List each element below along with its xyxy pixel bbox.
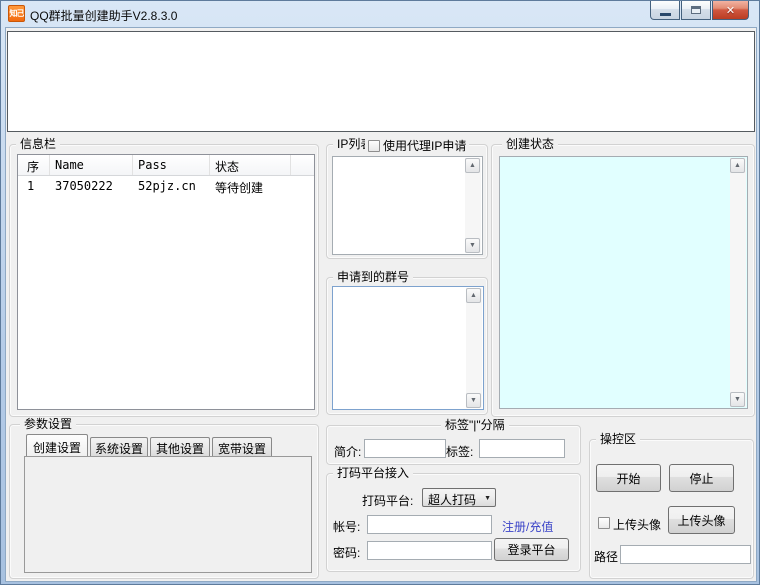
maximize-button[interactable] bbox=[681, 1, 711, 20]
register-recharge-link[interactable]: 注册/充值 bbox=[502, 518, 553, 535]
applied-groups-scrollbar[interactable]: ▲ ▼ bbox=[466, 288, 482, 408]
scroll-up-icon[interactable]: ▲ bbox=[730, 158, 745, 173]
captcha-panel-title: 打码平台接入 bbox=[333, 466, 413, 480]
maximize-icon bbox=[691, 6, 701, 14]
intro-input[interactable] bbox=[364, 439, 446, 458]
upload-avatar-checkbox[interactable] bbox=[598, 517, 610, 529]
ip-list-panel: IP列表 使用代理IP申请 ▲ ▼ bbox=[326, 144, 488, 259]
minimize-icon bbox=[660, 13, 671, 16]
tab-system-settings[interactable]: 系统设置 bbox=[90, 437, 148, 456]
upload-avatar-button[interactable]: 上传头像 bbox=[668, 506, 735, 534]
account-input[interactable] bbox=[367, 515, 492, 534]
params-panel: 参数设置 创建设置 系统设置 其他设置 宽带设置 群名加地名 随机群名称 名称 … bbox=[9, 424, 319, 579]
upload-avatar-checkbox-label: 上传头像 bbox=[613, 516, 661, 533]
captcha-platform-value: 超人打码 bbox=[428, 493, 476, 507]
create-status-listbox[interactable]: ▲ ▼ bbox=[499, 156, 748, 409]
path-label: 路径 bbox=[594, 548, 618, 565]
ip-listbox-scrollbar[interactable]: ▲ ▼ bbox=[465, 158, 481, 253]
params-panel-title: 参数设置 bbox=[20, 417, 76, 431]
info-panel-title: 信息栏 bbox=[16, 137, 60, 151]
minimize-button[interactable] bbox=[650, 1, 680, 20]
table-row[interactable]: 1 37050222 52pjz.cn 等待创建 bbox=[18, 176, 314, 196]
tag-panel-title: 标签"|"分隔 bbox=[441, 418, 509, 432]
info-panel: 信息栏 序 Name Pass 状态 1 37050222 52pjz.cn 等… bbox=[9, 144, 319, 417]
scroll-down-icon[interactable]: ▼ bbox=[730, 392, 745, 407]
proxy-ip-checkbox[interactable] bbox=[368, 140, 380, 152]
column-header-seq[interactable]: 序 bbox=[18, 155, 50, 175]
tag-panel: 标签"|"分隔 简介: 标签: bbox=[326, 425, 581, 465]
tab-create-settings[interactable]: 创建设置 bbox=[26, 434, 88, 456]
applied-groups-title: 申请到的群号 bbox=[333, 270, 413, 284]
tab-other-settings[interactable]: 其他设置 bbox=[150, 437, 210, 456]
password-label: 密码: bbox=[333, 544, 360, 561]
captcha-platform-dropdown[interactable]: 超人打码 ▼ bbox=[422, 488, 496, 507]
tab-broadband-settings[interactable]: 宽带设置 bbox=[212, 437, 272, 456]
create-status-title: 创建状态 bbox=[502, 137, 558, 151]
cell-seq: 1 bbox=[18, 176, 50, 196]
path-input[interactable] bbox=[620, 545, 751, 564]
captcha-platform-label: 打码平台: bbox=[362, 492, 413, 509]
column-header-extra bbox=[291, 155, 314, 175]
applied-groups-listbox[interactable]: ▲ ▼ bbox=[332, 286, 484, 410]
create-settings-tabpanel bbox=[24, 456, 312, 573]
app-window: 知己 QQ群批量创建助手V2.8.3.0 ✕ 信息栏 序 Name Pass 状… bbox=[0, 0, 760, 585]
control-panel: 操控区 开始 停止 上传头像 上传头像 路径 bbox=[589, 439, 754, 579]
control-panel-title: 操控区 bbox=[596, 432, 640, 446]
password-input[interactable] bbox=[367, 541, 492, 560]
cell-pass: 52pjz.cn bbox=[133, 176, 210, 196]
applied-groups-panel: 申请到的群号 ▲ ▼ bbox=[326, 277, 488, 415]
create-status-panel: 创建状态 ▲ ▼ bbox=[491, 144, 755, 417]
column-header-pass[interactable]: Pass bbox=[133, 155, 210, 175]
chevron-down-icon: ▼ bbox=[484, 495, 491, 502]
account-label: 帐号: bbox=[333, 518, 360, 535]
column-header-status[interactable]: 状态 bbox=[210, 155, 291, 175]
tag-label: 标签: bbox=[446, 443, 473, 460]
create-status-scrollbar[interactable]: ▲ ▼ bbox=[730, 158, 746, 407]
window-controls: ✕ bbox=[649, 1, 749, 20]
scroll-up-icon[interactable]: ▲ bbox=[465, 158, 480, 173]
proxy-checkbox-group[interactable]: 使用代理IP申请 bbox=[365, 137, 469, 154]
ip-listbox[interactable]: ▲ ▼ bbox=[332, 156, 483, 255]
login-platform-button[interactable]: 登录平台 bbox=[494, 538, 569, 561]
column-header-name[interactable]: Name bbox=[50, 155, 133, 175]
captcha-panel: 打码平台接入 打码平台: 超人打码 ▼ 帐号: 注册/充值 密码: 登录平台 bbox=[326, 473, 581, 572]
intro-label: 简介: bbox=[334, 443, 361, 460]
start-button[interactable]: 开始 bbox=[596, 464, 661, 492]
title-bar[interactable]: 知己 QQ群批量创建助手V2.8.3.0 ✕ bbox=[1, 1, 760, 27]
stop-button[interactable]: 停止 bbox=[669, 464, 734, 492]
close-button[interactable]: ✕ bbox=[712, 1, 749, 20]
scroll-down-icon[interactable]: ▼ bbox=[466, 393, 481, 408]
info-table-header: 序 Name Pass 状态 bbox=[18, 155, 314, 176]
app-icon[interactable]: 知己 bbox=[8, 5, 25, 22]
scroll-down-icon[interactable]: ▼ bbox=[465, 238, 480, 253]
info-table[interactable]: 序 Name Pass 状态 1 37050222 52pjz.cn 等待创建 bbox=[17, 154, 315, 410]
tag-input[interactable] bbox=[479, 439, 565, 458]
cell-name: 37050222 bbox=[50, 176, 133, 196]
window-title: QQ群批量创建助手V2.8.3.0 bbox=[30, 7, 177, 24]
banner-area bbox=[7, 31, 755, 132]
scroll-up-icon[interactable]: ▲ bbox=[466, 288, 481, 303]
close-icon: ✕ bbox=[726, 4, 735, 17]
proxy-ip-checkbox-label: 使用代理IP申请 bbox=[383, 137, 466, 154]
cell-status: 等待创建 bbox=[210, 176, 291, 196]
